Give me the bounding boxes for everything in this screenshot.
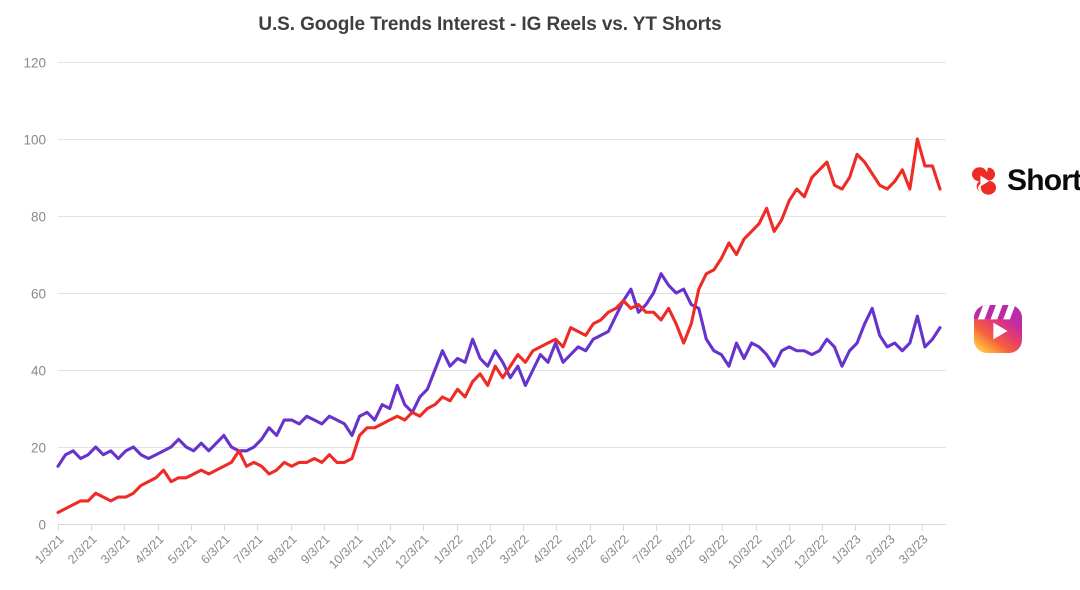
y-axis-tick-label: 80 xyxy=(31,210,46,225)
x-axis-tick-label: 1/3/21 xyxy=(32,532,67,567)
y-axis-tick-label: 100 xyxy=(23,133,46,148)
x-axis-tick-label: 10/3/21 xyxy=(326,532,365,571)
x-axis-tick-label: 5/3/21 xyxy=(165,532,200,567)
y-axis-tick-label: 60 xyxy=(31,287,46,302)
x-axis-tick-label: 7/3/22 xyxy=(630,532,665,567)
x-axis-tick-label: 3/3/23 xyxy=(896,532,931,567)
x-axis-tick-label: 4/3/22 xyxy=(530,532,565,567)
shorts-wordmark-label: Shorts xyxy=(1007,164,1080,197)
y-axis-tick-label: 120 xyxy=(23,56,46,71)
x-axis-tick-label: 1/3/23 xyxy=(829,532,864,567)
x-axis-tick-label: 6/3/21 xyxy=(198,532,233,567)
x-axis-tick-label: 3/3/22 xyxy=(497,532,532,567)
x-axis-tick-label: 3/3/21 xyxy=(98,532,133,567)
x-axis-tick-label: 11/3/22 xyxy=(759,532,798,571)
youtube-shorts-icon xyxy=(972,167,996,195)
x-axis-tick-label: 2/3/21 xyxy=(65,532,100,567)
x-axis-tick-label: 2/3/23 xyxy=(863,532,898,567)
legend-item-ig-reels xyxy=(972,303,1024,360)
x-axis-tick-label: 7/3/21 xyxy=(231,532,266,567)
series-line-yt-shorts xyxy=(56,137,942,515)
gridlines-group xyxy=(58,62,946,525)
x-axis-tick-label: 2/3/22 xyxy=(464,532,499,567)
x-axis-tick-label: 8/3/22 xyxy=(663,532,698,567)
x-axis-tick-label: 6/3/22 xyxy=(597,532,632,567)
y-axis-tick-labels: 0 20 40 60 80 100 120 xyxy=(23,56,46,533)
chart-container: U.S. Google Trends Interest - IG Reels v… xyxy=(0,0,1080,590)
y-axis-tick-label: 20 xyxy=(31,441,46,456)
x-axis-tick-label: 11/3/21 xyxy=(360,532,399,571)
data-series-group xyxy=(56,137,942,515)
x-axis-ticks xyxy=(58,524,923,531)
instagram-reels-icon xyxy=(974,305,1022,353)
x-axis-tick-label: 8/3/21 xyxy=(265,532,300,567)
x-axis-tick-label: 12/3/21 xyxy=(392,532,431,571)
x-axis-tick-label: 10/3/22 xyxy=(725,532,764,571)
x-axis-tick-label: 12/3/22 xyxy=(791,532,830,571)
x-axis-tick-label: 4/3/21 xyxy=(132,532,167,567)
x-axis-tick-label: 1/3/22 xyxy=(431,532,466,567)
legend-item-yt-shorts: Shorts xyxy=(966,163,1080,199)
x-axis-tick-label: 5/3/22 xyxy=(564,532,599,567)
line-chart-plot: 0 20 40 60 80 100 120 1/3/212/3/213/3/21 4/3/21… xyxy=(23,56,946,572)
y-axis-tick-label: 40 xyxy=(31,364,46,379)
y-axis-tick-label: 0 xyxy=(38,518,46,533)
x-axis-tick-labels: 1/3/212/3/213/3/21 4/3/215/3/216/3/217/3/… xyxy=(32,532,931,571)
